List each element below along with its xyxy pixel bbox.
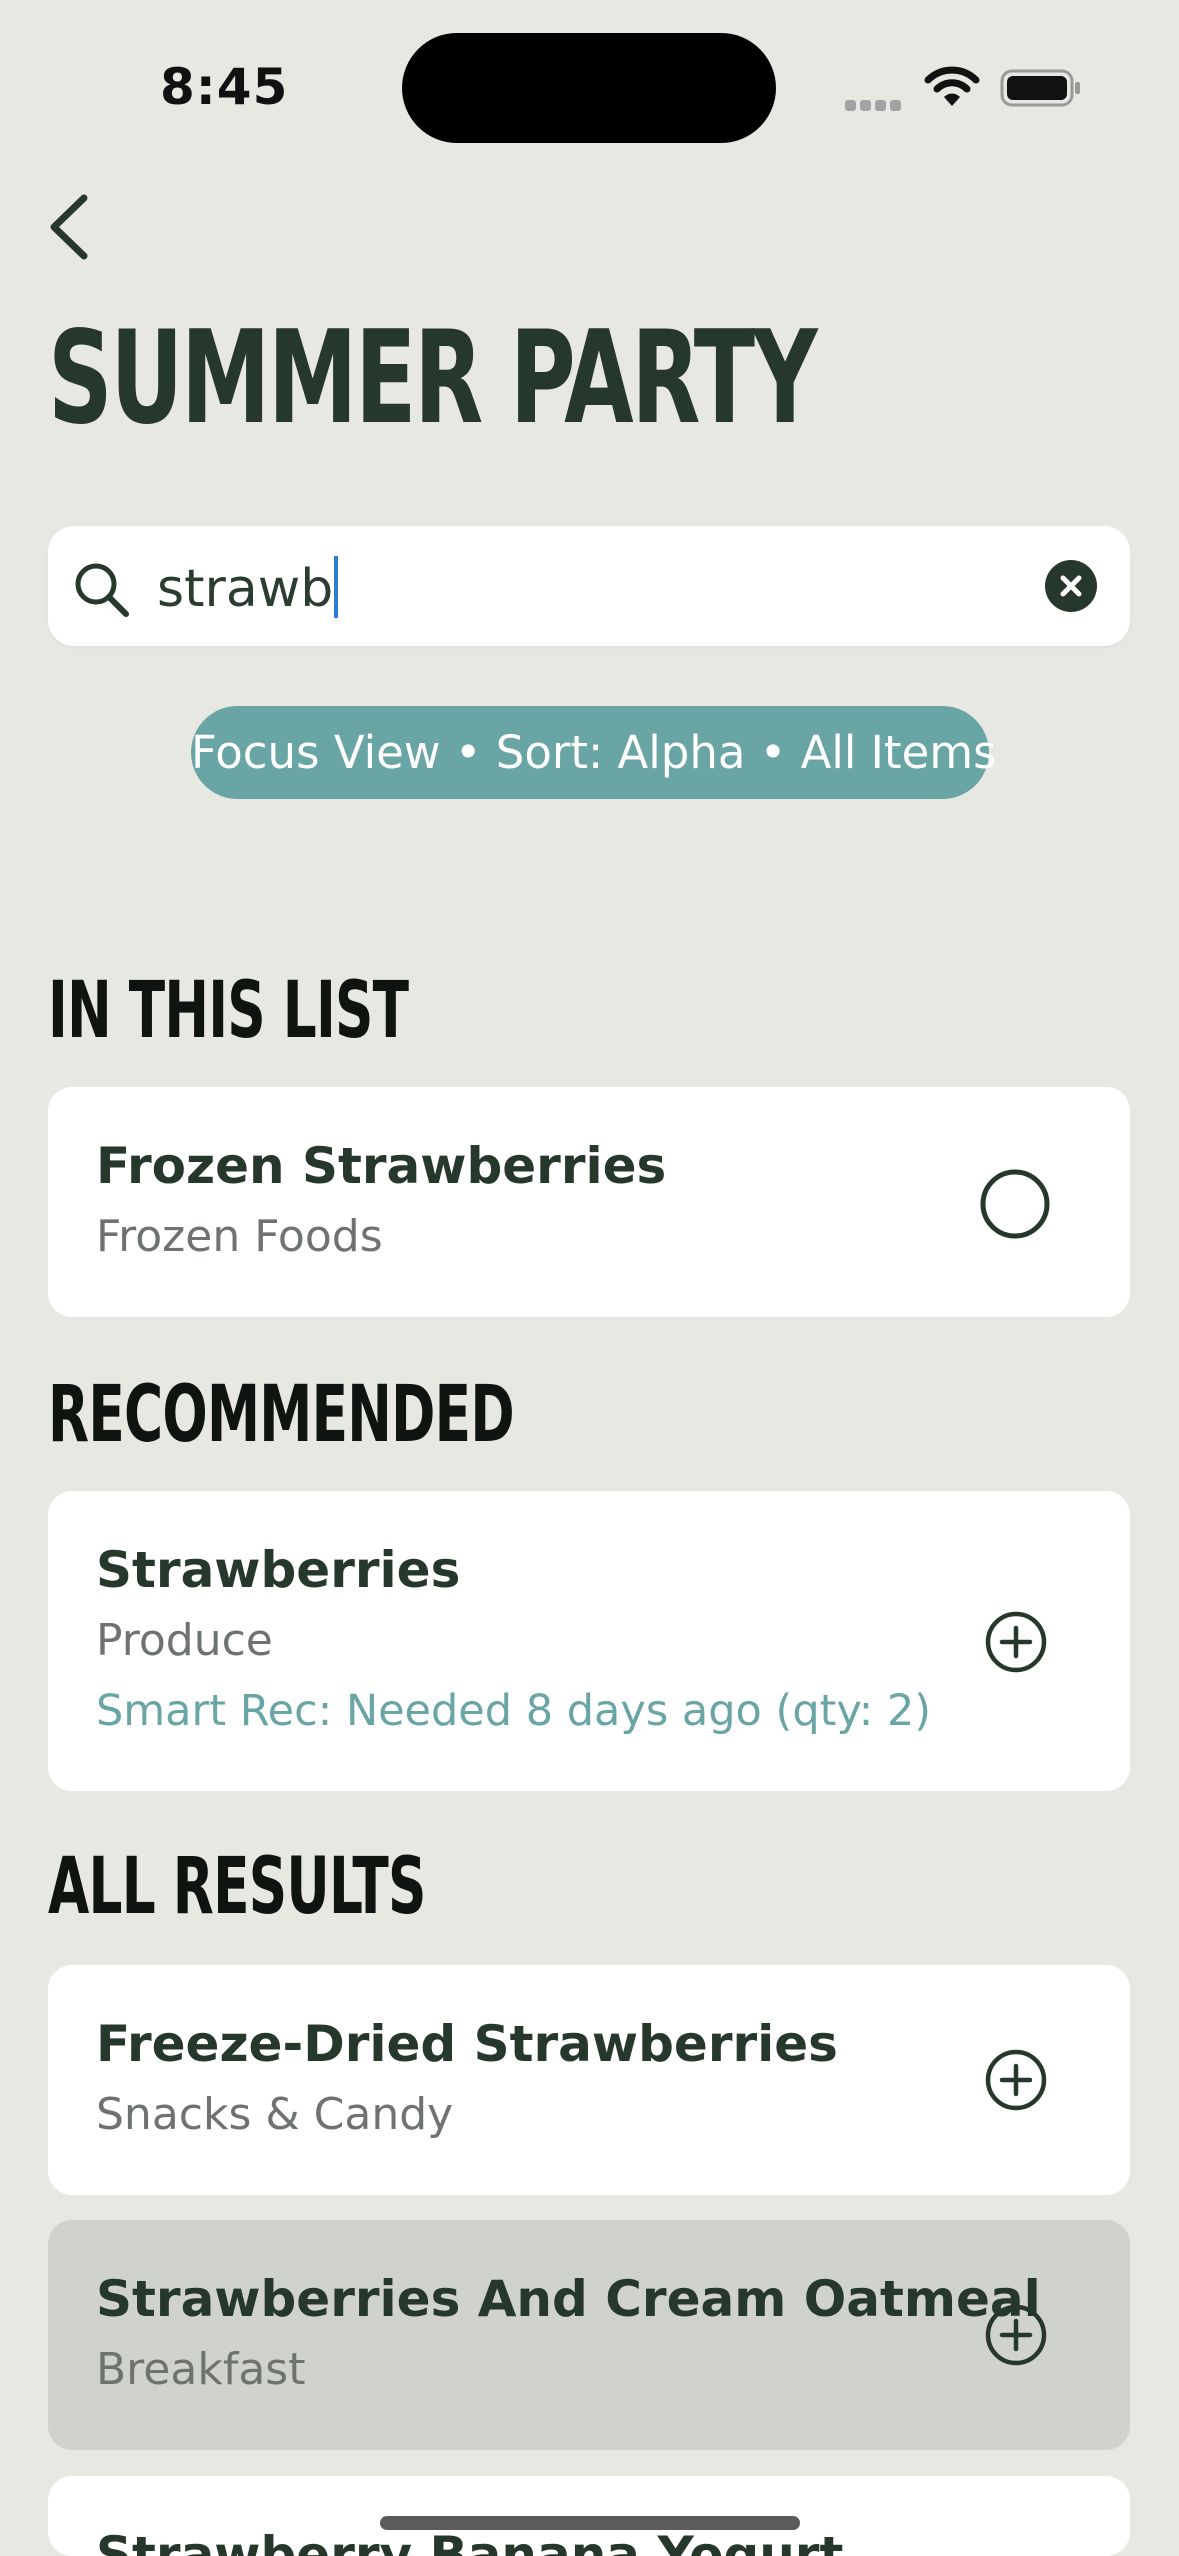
clear-icon <box>1060 575 1082 597</box>
add-item-button[interactable] <box>985 2049 1047 2111</box>
item-name: Frozen Strawberries <box>96 1137 667 1195</box>
page-title: SUMMER PARTY <box>48 304 818 453</box>
list-item[interactable]: Frozen Strawberries Frozen Foods <box>48 1087 1130 1317</box>
list-item[interactable]: Strawberries And Cream Oatmeal Breakfast <box>48 2220 1130 2450</box>
item-name: Strawberry Banana Yogurt <box>96 2526 844 2556</box>
back-button[interactable] <box>46 192 90 262</box>
list-item[interactable]: Freeze-Dried Strawberries Snacks & Candy <box>48 1965 1130 2195</box>
add-item-button[interactable] <box>985 2304 1047 2366</box>
smart-rec-note: Smart Rec: Needed 8 days ago (qty: 2) <box>96 1686 932 1736</box>
text-caret <box>334 556 339 618</box>
item-name: Strawberries <box>96 1541 461 1599</box>
home-indicator[interactable] <box>380 2516 800 2530</box>
section-title-all-results: ALL RESULTS <box>48 1842 426 1932</box>
item-category: Produce <box>96 1615 273 1666</box>
add-item-button[interactable] <box>985 1611 1047 1673</box>
clear-search-button[interactable] <box>1045 560 1097 612</box>
item-category: Snacks & Candy <box>96 2089 454 2140</box>
item-category: Frozen Foods <box>96 1211 383 1262</box>
search-input-value: strawb <box>157 559 334 619</box>
cellular-signal-icon <box>845 96 905 115</box>
wifi-icon <box>924 66 980 106</box>
item-name: Strawberries And Cream Oatmeal <box>96 2270 1041 2328</box>
view-options-pill[interactable]: Focus View • Sort: Alpha • All Items <box>191 706 997 799</box>
status-time: 8:45 <box>160 58 289 116</box>
dynamic-island <box>402 33 776 143</box>
list-item[interactable]: Strawberries Produce Smart Rec: Needed 8… <box>48 1491 1130 1791</box>
check-circle-button[interactable] <box>979 1168 1051 1240</box>
section-title-recommended: RECOMMENDED <box>48 1370 515 1460</box>
item-category: Breakfast <box>96 2344 306 2395</box>
item-name: Freeze-Dried Strawberries <box>96 2015 838 2073</box>
search-icon <box>75 563 129 617</box>
search-input[interactable]: strawb <box>157 556 339 619</box>
section-title-in-list: IN THIS LIST <box>48 966 409 1056</box>
battery-icon <box>1000 69 1080 107</box>
